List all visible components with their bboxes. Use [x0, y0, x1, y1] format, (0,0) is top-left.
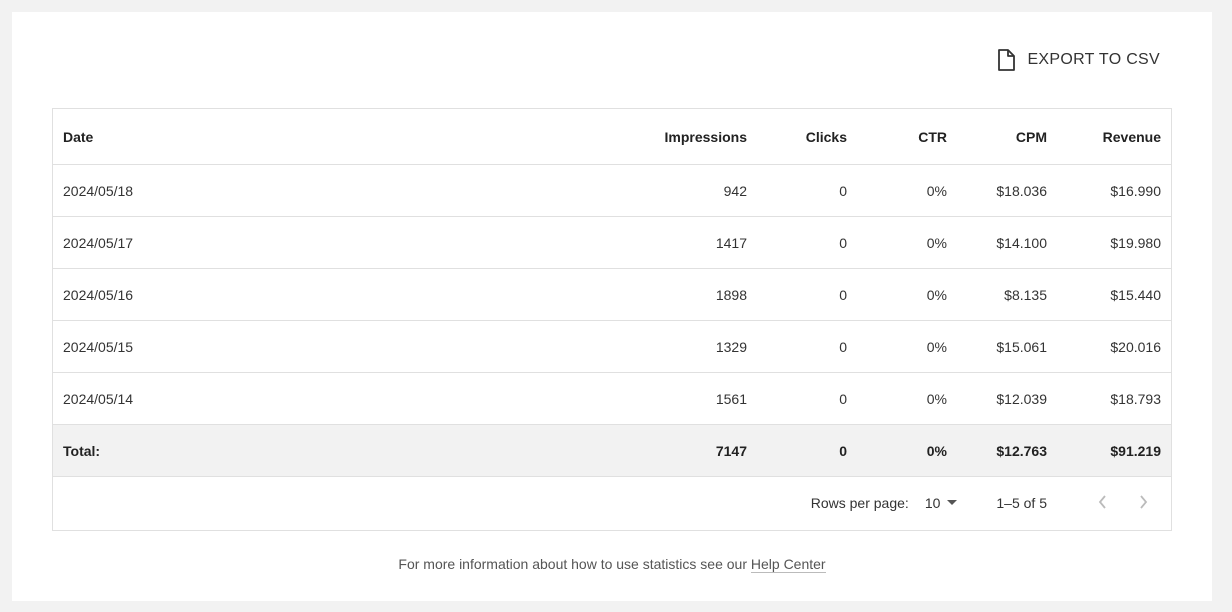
total-ctr: 0%: [857, 424, 957, 477]
cell-revenue: $16.990: [1057, 164, 1171, 217]
export-csv-button[interactable]: EXPORT TO CSV: [997, 48, 1160, 72]
table-header-row: Date Impressions Clicks CTR CPM Revenue: [53, 109, 1171, 165]
column-header-clicks: Clicks: [757, 109, 857, 165]
rows-per-page-value: 10: [924, 495, 941, 511]
cell-impressions: 1898: [573, 268, 757, 321]
export-csv-label: EXPORT TO CSV: [1027, 51, 1160, 68]
cell-cpm: $8.135: [957, 268, 1057, 321]
column-header-date: Date: [53, 109, 573, 165]
pagination-bar: Rows per page: 10 1–5 of 5: [53, 477, 1171, 529]
stats-table: Date Impressions Clicks CTR CPM Revenue …: [53, 109, 1171, 477]
column-header-revenue: Revenue: [1057, 109, 1171, 165]
help-center-link[interactable]: Help Center: [750, 556, 826, 573]
cell-impressions: 1329: [573, 320, 757, 373]
help-footer-note: For more information about how to use st…: [12, 556, 1212, 573]
total-row: Total: 7147 0 0% $12.763 $91.219: [53, 424, 1171, 477]
total-label: Total:: [53, 424, 573, 477]
chevron-left-icon: [1097, 494, 1109, 513]
cell-cpm: $14.100: [957, 216, 1057, 269]
cell-cpm: $18.036: [957, 164, 1057, 217]
caret-down-icon: [946, 495, 958, 511]
chevron-right-icon: [1137, 494, 1149, 513]
table-row: 2024/05/18 942 0 0% $18.036 $16.990: [53, 164, 1171, 217]
cell-revenue: $20.016: [1057, 320, 1171, 373]
cell-impressions: 942: [573, 164, 757, 217]
cell-ctr: 0%: [857, 268, 957, 321]
total-clicks: 0: [757, 424, 857, 477]
file-icon: [997, 49, 1016, 71]
cell-impressions: 1561: [573, 372, 757, 425]
cell-revenue: $18.793: [1057, 372, 1171, 425]
page-range-text: 1–5 of 5: [996, 495, 1047, 511]
cell-cpm: $15.061: [957, 320, 1057, 373]
cell-clicks: 0: [757, 164, 857, 217]
cell-cpm: $12.039: [957, 372, 1057, 425]
cell-clicks: 0: [757, 216, 857, 269]
cell-clicks: 0: [757, 320, 857, 373]
statistics-card: EXPORT TO CSV Date Impressions Clicks CT…: [12, 12, 1212, 601]
cell-date: 2024/05/15: [53, 320, 573, 373]
cell-impressions: 1417: [573, 216, 757, 269]
rows-per-page-label: Rows per page:: [810, 495, 909, 511]
cell-revenue: $19.980: [1057, 216, 1171, 269]
total-revenue: $91.219: [1057, 424, 1171, 477]
table-row: 2024/05/17 1417 0 0% $14.100 $19.980: [53, 216, 1171, 269]
cell-ctr: 0%: [857, 164, 957, 217]
cell-revenue: $15.440: [1057, 268, 1171, 321]
cell-ctr: 0%: [857, 320, 957, 373]
cell-ctr: 0%: [857, 372, 957, 425]
cell-clicks: 0: [757, 372, 857, 425]
column-header-ctr: CTR: [857, 109, 957, 165]
total-cpm: $12.763: [957, 424, 1057, 477]
table-row: 2024/05/14 1561 0 0% $12.039 $18.793: [53, 372, 1171, 425]
cell-ctr: 0%: [857, 216, 957, 269]
cell-date: 2024/05/17: [53, 216, 573, 269]
column-header-cpm: CPM: [957, 109, 1057, 165]
rows-per-page-select[interactable]: 10: [925, 495, 959, 511]
next-page-button[interactable]: [1129, 489, 1157, 517]
cell-date: 2024/05/16: [53, 268, 573, 321]
table-row: 2024/05/16 1898 0 0% $8.135 $15.440: [53, 268, 1171, 321]
previous-page-button[interactable]: [1089, 489, 1117, 517]
cell-clicks: 0: [757, 268, 857, 321]
table-row: 2024/05/15 1329 0 0% $15.061 $20.016: [53, 320, 1171, 373]
help-footer-text: For more information about how to use st…: [398, 556, 747, 572]
cell-date: 2024/05/18: [53, 164, 573, 217]
stats-table-container: Date Impressions Clicks CTR CPM Revenue …: [52, 108, 1172, 531]
cell-date: 2024/05/14: [53, 372, 573, 425]
column-header-impressions: Impressions: [573, 109, 757, 165]
total-impressions: 7147: [573, 424, 757, 477]
